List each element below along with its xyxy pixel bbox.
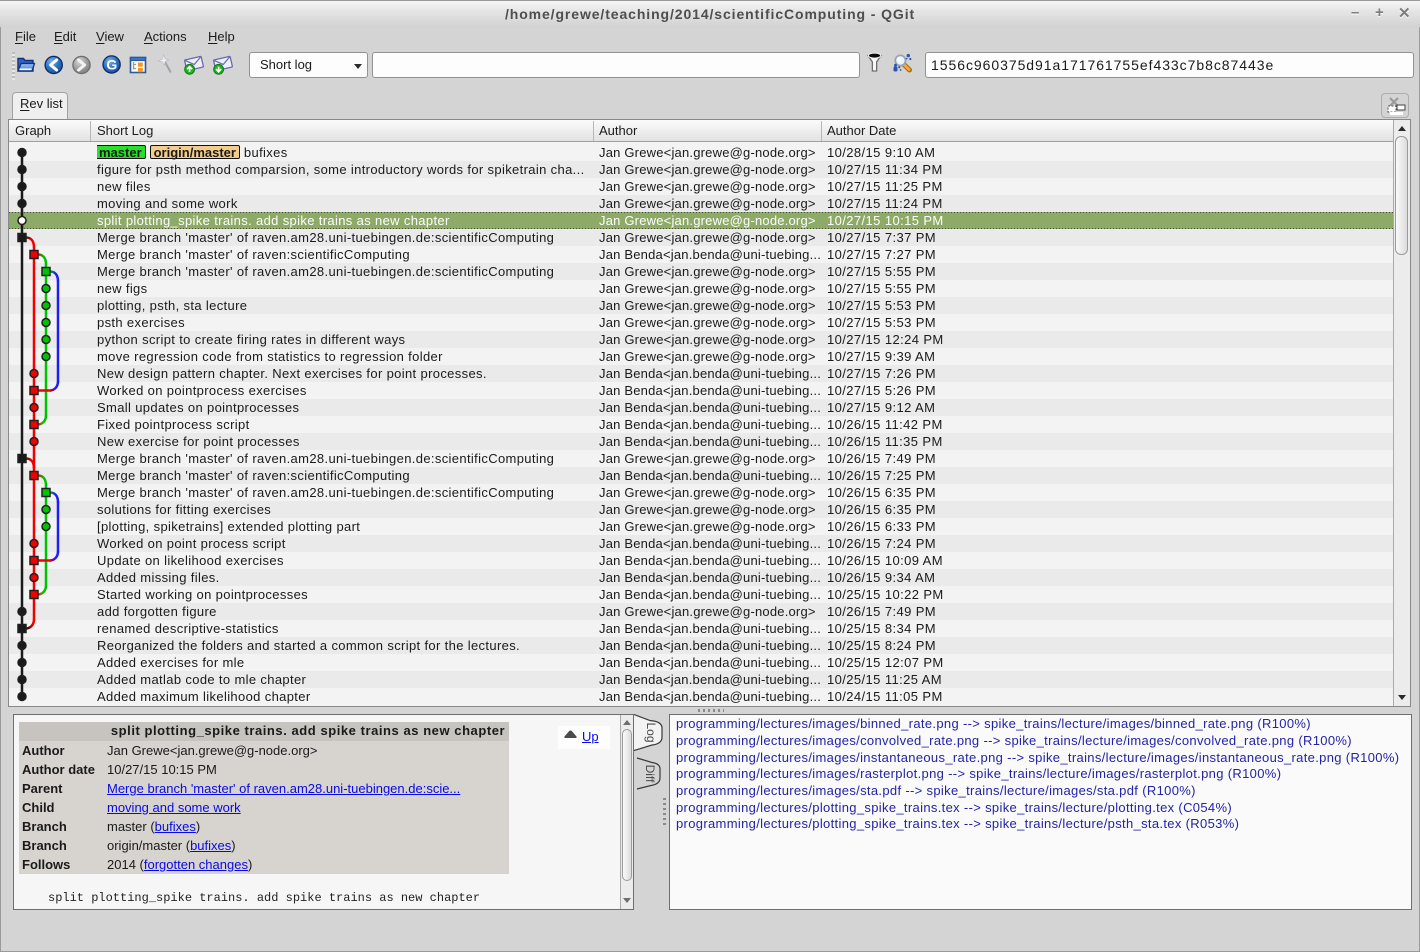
svg-text:G: G bbox=[106, 57, 117, 73]
svg-text:Log: Log bbox=[644, 722, 658, 742]
svg-text:Diff: Diff bbox=[643, 765, 657, 783]
